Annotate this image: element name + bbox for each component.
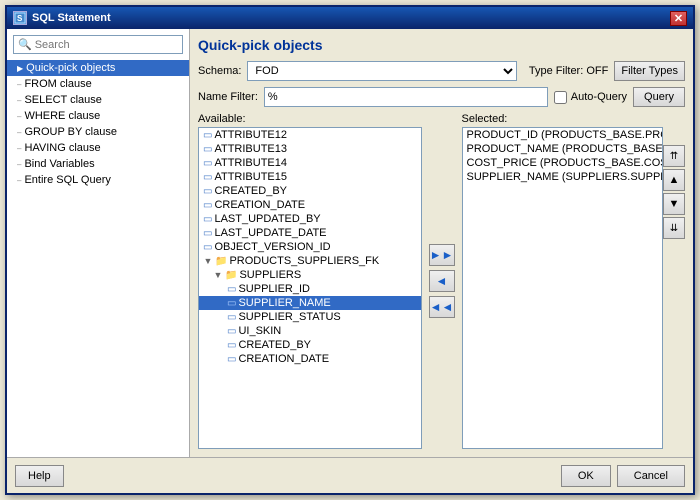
svg-text:S: S — [17, 14, 23, 23]
selected-item[interactable]: SUPPLIER_NAME (SUPPLIERS.SUPPLIER_NA — [463, 170, 663, 184]
table-icon: ▭ — [203, 186, 212, 197]
schema-label: Schema: — [198, 65, 241, 77]
sql-statement-window: S SQL Statement ✕ 🔍 ▶ Quick-pick objects… — [5, 5, 695, 495]
table-icon: ▭ — [203, 228, 212, 239]
selected-panel-container: Selected: PRODUCT_ID (PRODUCTS_BASE.PROD… — [462, 113, 686, 449]
page-title: Quick-pick objects — [198, 37, 685, 53]
selected-list[interactable]: PRODUCT_ID (PRODUCTS_BASE.PRODUCT_ PRODU… — [462, 127, 664, 449]
list-item[interactable]: ▭ OBJECT_VERSION_ID — [199, 240, 421, 254]
bottom-bar: Help OK Cancel — [7, 457, 693, 493]
list-item[interactable]: ▭ CREATED_BY — [199, 184, 421, 198]
close-button[interactable]: ✕ — [670, 11, 687, 26]
type-filter-label: Type Filter: OFF — [529, 65, 608, 77]
table-icon: ▭ — [227, 298, 236, 309]
list-item[interactable]: ▭ CREATED_BY — [199, 338, 421, 352]
list-item-selected[interactable]: ▭ SUPPLIER_NAME — [199, 296, 421, 310]
table-icon: ▭ — [203, 130, 212, 141]
table-icon: ▭ — [203, 172, 212, 183]
title-bar: S SQL Statement ✕ — [7, 7, 693, 29]
expand-icon: ▼ — [203, 256, 213, 266]
schema-select[interactable]: FOD — [247, 61, 516, 81]
ok-button[interactable]: OK — [561, 465, 611, 487]
search-box[interactable]: 🔍 — [13, 35, 183, 54]
sidebar: 🔍 ▶ Quick-pick objects – FROM clause – S… — [7, 29, 190, 457]
move-down-button[interactable]: ▼ — [663, 193, 685, 215]
sidebar-item-entire[interactable]: – Entire SQL Query — [7, 172, 189, 188]
move-all-left-button[interactable]: ◄◄ — [429, 296, 455, 318]
nav-list: ▶ Quick-pick objects – FROM clause – SEL… — [7, 60, 189, 457]
list-item[interactable]: ▭ UI_SKIN — [199, 324, 421, 338]
window-title: SQL Statement — [32, 12, 111, 24]
auto-query-row: Auto-Query — [554, 91, 627, 104]
sidebar-item-quickpick[interactable]: ▶ Quick-pick objects — [7, 60, 189, 76]
list-item[interactable]: ▭ ATTRIBUTE12 — [199, 128, 421, 142]
schema-row: Schema: FOD Type Filter: OFF Filter Type… — [198, 61, 685, 81]
available-panel-container: Available: ▭ ATTRIBUTE12 ▭ ATTRIBUTE13 — [198, 113, 422, 449]
list-item[interactable]: ▭ SUPPLIER_ID — [199, 282, 421, 296]
table-icon: ▭ — [203, 158, 212, 169]
selected-item[interactable]: COST_PRICE (PRODUCTS_BASE.COST_PRI — [463, 156, 663, 170]
selected-item[interactable]: PRODUCT_NAME (PRODUCTS_BASE.PRODU — [463, 142, 663, 156]
table-icon: ▭ — [203, 242, 212, 253]
list-item[interactable]: ▼ 📁 PRODUCTS_SUPPLIERS_FK — [199, 254, 421, 268]
name-filter-label: Name Filter: — [198, 91, 258, 103]
selected-item[interactable]: PRODUCT_ID (PRODUCTS_BASE.PRODUCT_ — [463, 128, 663, 142]
query-button[interactable]: Query — [633, 87, 685, 107]
sidebar-item-groupby[interactable]: – GROUP BY clause — [7, 124, 189, 140]
list-item[interactable]: ▭ CREATION_DATE — [199, 198, 421, 212]
move-left-button[interactable]: ◄ — [429, 270, 455, 292]
search-input[interactable] — [35, 39, 178, 51]
transfer-buttons: ►► ◄ ◄◄ — [426, 113, 458, 449]
move-right-button[interactable]: ►► — [429, 244, 455, 266]
table-icon: ▭ — [203, 200, 212, 211]
move-bottom-button[interactable]: ⇊ — [663, 217, 685, 239]
sidebar-item-where[interactable]: – WHERE clause — [7, 108, 189, 124]
folder-icon: 📁 — [215, 256, 227, 267]
auto-query-checkbox[interactable] — [554, 91, 567, 104]
window-content: 🔍 ▶ Quick-pick objects – FROM clause – S… — [7, 29, 693, 457]
list-item[interactable]: ▭ LAST_UPDATED_BY — [199, 212, 421, 226]
move-top-button[interactable]: ⇈ — [663, 145, 685, 167]
search-icon: 🔍 — [18, 38, 32, 51]
list-item[interactable]: ▭ CREATION_DATE — [199, 352, 421, 366]
selected-label: Selected: — [462, 113, 686, 125]
table-icon: ▭ — [203, 214, 212, 225]
name-filter-row: Name Filter: Auto-Query Query — [198, 87, 685, 107]
table-icon: ▭ — [227, 312, 236, 323]
auto-query-label: Auto-Query — [571, 91, 627, 103]
main-content: Quick-pick objects Schema: FOD Type Filt… — [190, 29, 693, 457]
table-icon: ▭ — [227, 354, 236, 365]
title-bar-left: S SQL Statement — [13, 11, 111, 25]
sidebar-item-select[interactable]: – SELECT clause — [7, 92, 189, 108]
window-icon: S — [13, 11, 27, 25]
table-icon: ▭ — [227, 340, 236, 351]
table-icon: ▭ — [227, 326, 236, 337]
sidebar-item-from[interactable]: – FROM clause — [7, 76, 189, 92]
ok-cancel-buttons: OK Cancel — [561, 465, 685, 487]
list-item[interactable]: ▼ 📁 SUPPLIERS — [199, 268, 421, 282]
name-filter-input[interactable] — [264, 87, 548, 107]
sidebar-item-bind[interactable]: – Bind Variables — [7, 156, 189, 172]
sidebar-item-having[interactable]: – HAVING clause — [7, 140, 189, 156]
table-icon: ▭ — [227, 284, 236, 295]
available-label: Available: — [198, 113, 422, 125]
list-item[interactable]: ▭ ATTRIBUTE15 — [199, 170, 421, 184]
expand-icon: ▼ — [213, 270, 223, 280]
help-button[interactable]: Help — [15, 465, 64, 487]
available-list[interactable]: ▭ ATTRIBUTE12 ▭ ATTRIBUTE13 ▭ ATTRIBUTE1… — [198, 127, 422, 449]
available-selected-row: Available: ▭ ATTRIBUTE12 ▭ ATTRIBUTE13 — [198, 113, 685, 449]
list-item[interactable]: ▭ ATTRIBUTE14 — [199, 156, 421, 170]
list-item[interactable]: ▭ LAST_UPDATE_DATE — [199, 226, 421, 240]
table-icon: ▭ — [203, 144, 212, 155]
cancel-button[interactable]: Cancel — [617, 465, 685, 487]
move-up-button[interactable]: ▲ — [663, 169, 685, 191]
filter-types-button[interactable]: Filter Types — [614, 61, 685, 81]
folder-icon: 📁 — [225, 270, 237, 281]
list-item[interactable]: ▭ ATTRIBUTE13 — [199, 142, 421, 156]
reorder-buttons: ⇈ ▲ ▼ ⇊ — [663, 127, 685, 449]
list-item[interactable]: ▭ SUPPLIER_STATUS — [199, 310, 421, 324]
